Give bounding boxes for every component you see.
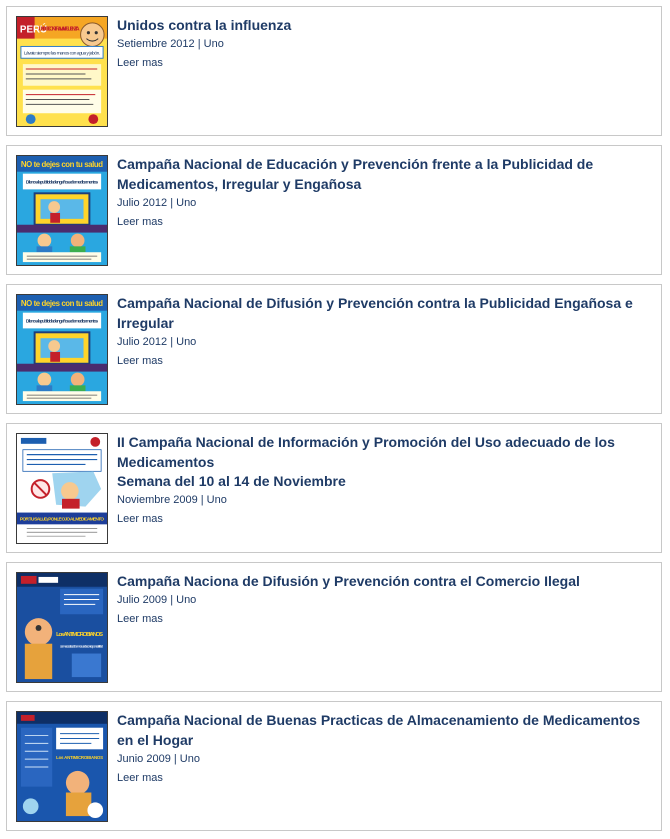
article-date-author: Julio 2012 | Uno [117,197,197,209]
article-date-author: Noviembre 2009 | Uno [117,494,227,506]
antimicrobianos-poster-icon[interactable]: Los ANTIMICROBIANOS son necesarios... de… [16,572,108,683]
read-more-link[interactable]: Leer mas [117,54,163,73]
article-date-author: Julio 2009 | Uno [117,594,197,606]
read-more-link[interactable]: Leer mas [117,510,163,529]
article-list: PERÚ UNIDO CONTRA LA INFLUENZA Lávate si… [0,0,670,839]
read-more-link[interactable]: Leer mas [117,610,163,629]
article-card: PERÚ UNIDO CONTRA LA INFLUENZA Lávate si… [6,6,662,136]
svg-text:POR TU SALUD, PONLE OJO AL MED: POR TU SALUD, PONLE OJO AL MEDICAMENTO [20,516,104,522]
article-title[interactable]: II Campaña Nacional de Información y Pro… [117,432,655,472]
article-card: Los ANTIMICROBIANOS son necesarios... de… [6,562,662,692]
article-card: POR TU SALUD, PONLE OJO AL MEDICAMENTO I… [6,423,662,553]
uso-adecuado-poster-icon[interactable]: POR TU SALUD, PONLE OJO AL MEDICAMENTO [16,433,108,544]
no-te-dejes-poster-icon[interactable]: NO te dejes con tu salud Dile no a la pu… [16,155,108,266]
article-card: NO te dejes con tu salud Dile no a la pu… [6,284,662,414]
svg-text:NO te dejes con tu salud: NO te dejes con tu salud [21,299,103,308]
article-subtitle: Semana del 10 al 14 de Noviembre [117,473,346,489]
svg-text:Los ANTIMICROBIANOS: Los ANTIMICROBIANOS [56,632,103,638]
no-te-dejes-poster-icon[interactable]: NO te dejes con tu salud Dile no a la pu… [16,294,108,405]
article-card: NO te dejes con tu salud Dile no a la pu… [6,145,662,275]
article-date-author: Setiembre 2012 | Uno [117,38,224,50]
svg-text:Dile no a la publicidad engaño: Dile no a la publicidad engañosa de medi… [26,318,99,324]
svg-text:Los ANTIMICROBIANOS: Los ANTIMICROBIANOS [56,755,103,760]
svg-text:NO te dejes con tu salud: NO te dejes con tu salud [21,160,103,169]
read-more-link[interactable]: Leer mas [117,769,163,788]
article-title[interactable]: Campaña Nacional de Educación y Prevenci… [117,154,655,194]
read-more-link[interactable]: Leer mas [117,213,163,232]
article-card: Los ANTIMICROBIANOS Campaña Nacional de … [6,701,662,831]
svg-text:son necesarios... debemos usar: son necesarios... debemos usarlos con re… [60,644,103,649]
svg-text:Dile no a la publicidad engaño: Dile no a la publicidad engañosa de medi… [26,179,99,185]
svg-text:UNIDO CONTRA LA INFLUENZA: UNIDO CONTRA LA INFLUENZA [39,27,81,33]
article-date-author: Julio 2012 | Uno [117,336,197,348]
read-more-link[interactable]: Leer mas [117,352,163,371]
article-title[interactable]: Unidos contra la influenza [117,15,655,35]
influenza-poster-icon[interactable]: PERÚ UNIDO CONTRA LA INFLUENZA Lávate si… [16,16,108,127]
article-title[interactable]: Campaña Nacional de Difusión y Prevenció… [117,293,655,333]
article-date-author: Junio 2009 | Uno [117,753,200,765]
article-title[interactable]: Campaña Naciona de Difusión y Prevención… [117,571,655,591]
article-title[interactable]: Campaña Nacional de Buenas Practicas de … [117,710,655,750]
svg-text:Lávate siempre las manos con a: Lávate siempre las manos con agua y jabó… [24,50,100,56]
almacenamiento-poster-icon[interactable]: Los ANTIMICROBIANOS [16,711,108,822]
